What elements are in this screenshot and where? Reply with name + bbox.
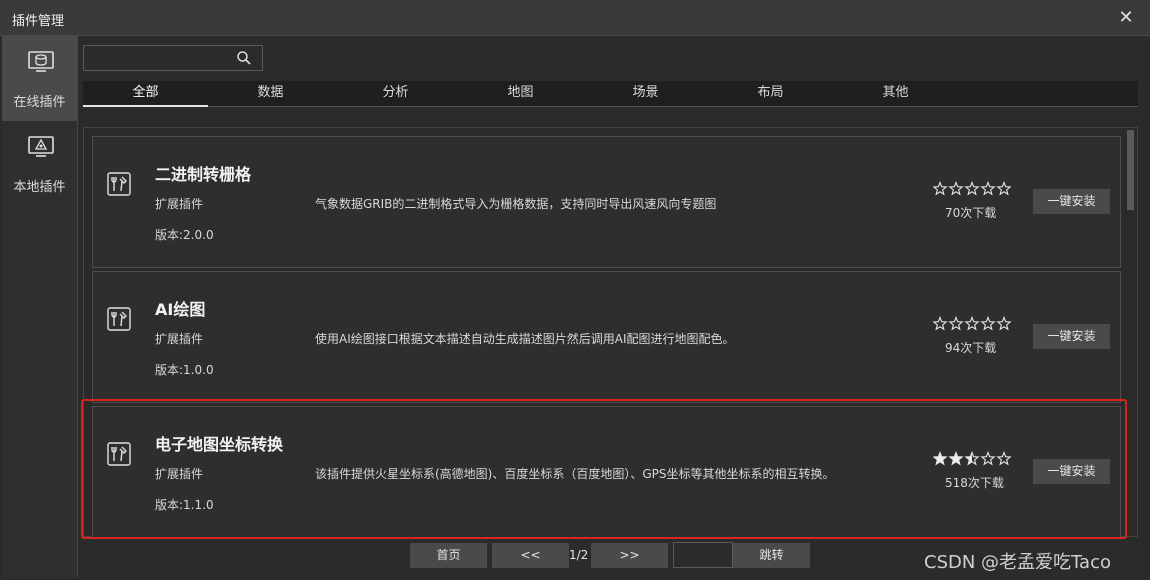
- plugin-tools-icon: [107, 307, 131, 331]
- download-count: 94次下载: [945, 341, 997, 355]
- plugin-description: 使用AI绘图接口根据文本描述自动生成描述图片然后调用AI配图进行地图配色。: [315, 332, 735, 346]
- tab-other[interactable]: 其他: [833, 81, 958, 107]
- rating-stars: [933, 181, 1012, 196]
- tab-layout[interactable]: 布局: [708, 81, 833, 107]
- sidebar-item-online-plugins[interactable]: 在线插件: [2, 36, 77, 121]
- first-page-button[interactable]: 首页: [410, 543, 487, 568]
- page-jump-input[interactable]: [676, 545, 734, 567]
- next-page-button[interactable]: >>: [591, 543, 668, 568]
- tab-scene[interactable]: 场景: [583, 81, 708, 107]
- search-icon[interactable]: [236, 50, 252, 66]
- plugin-tools-icon: [107, 172, 131, 196]
- plugin-card: AI绘图 扩展插件 版本:1.0.0 使用AI绘图接口根据文本描述自动生成描述图…: [92, 271, 1121, 403]
- tab-analysis[interactable]: 分析: [333, 81, 458, 107]
- scrollbar-thumb[interactable]: [1127, 130, 1134, 210]
- plugin-card: 二进制转栅格 扩展插件 版本:2.0.0 气象数据GRIB的二进制格式导入为栅格…: [92, 136, 1121, 268]
- sidebar-item-label: 本地插件: [13, 180, 66, 195]
- tab-all[interactable]: 全部: [83, 81, 208, 107]
- title-bar: [0, 0, 1150, 36]
- sidebar-item-label: 在线插件: [13, 95, 66, 110]
- star-icon: [948, 181, 964, 196]
- install-button[interactable]: 一键安装: [1033, 324, 1110, 349]
- plugin-description: 气象数据GRIB的二进制格式导入为栅格数据，支持同时导出风速风向专题图: [315, 197, 717, 211]
- search-input[interactable]: [88, 49, 232, 69]
- database-monitor-icon: [28, 51, 54, 72]
- page-jump-field: [673, 542, 734, 568]
- star-icon: [933, 181, 948, 196]
- tab-map[interactable]: 地图: [458, 81, 583, 107]
- star-icon: [996, 316, 1012, 331]
- star-icon: [964, 316, 980, 331]
- star-icon: [964, 181, 980, 196]
- plugin-name: AI绘图: [155, 300, 206, 319]
- plugin-version: 版本:2.0.0: [155, 228, 214, 242]
- plugin-type: 扩展插件: [155, 332, 204, 346]
- download-count: 70次下载: [945, 206, 997, 220]
- jump-button[interactable]: 跳转: [733, 543, 810, 568]
- install-button[interactable]: 一键安装: [1033, 189, 1110, 214]
- tab-data[interactable]: 数据: [208, 81, 333, 107]
- search-box: [83, 45, 263, 71]
- window-title: 插件管理: [12, 14, 65, 29]
- page-indicator: 1/2: [569, 548, 589, 562]
- category-tabs: 全部 数据 分析 地图 场景 布局 其他: [83, 81, 1138, 107]
- plugin-type: 扩展插件: [155, 197, 204, 211]
- star-icon: [948, 316, 964, 331]
- highlight-box: [81, 399, 1127, 539]
- watermark: CSDN @老孟爱吃Taco: [924, 552, 1111, 573]
- star-icon: [980, 316, 996, 331]
- close-icon[interactable]: ✕: [1114, 6, 1138, 30]
- rating-stars: [933, 316, 1012, 331]
- star-icon: [933, 316, 948, 331]
- sidebar-item-local-plugins[interactable]: 本地插件: [2, 121, 77, 206]
- local-monitor-icon: [28, 136, 54, 157]
- plugin-version: 版本:1.0.0: [155, 363, 214, 377]
- star-icon: [996, 181, 1012, 196]
- plugin-name: 二进制转栅格: [155, 165, 252, 184]
- star-icon: [980, 181, 996, 196]
- prev-page-button[interactable]: <<: [492, 543, 569, 568]
